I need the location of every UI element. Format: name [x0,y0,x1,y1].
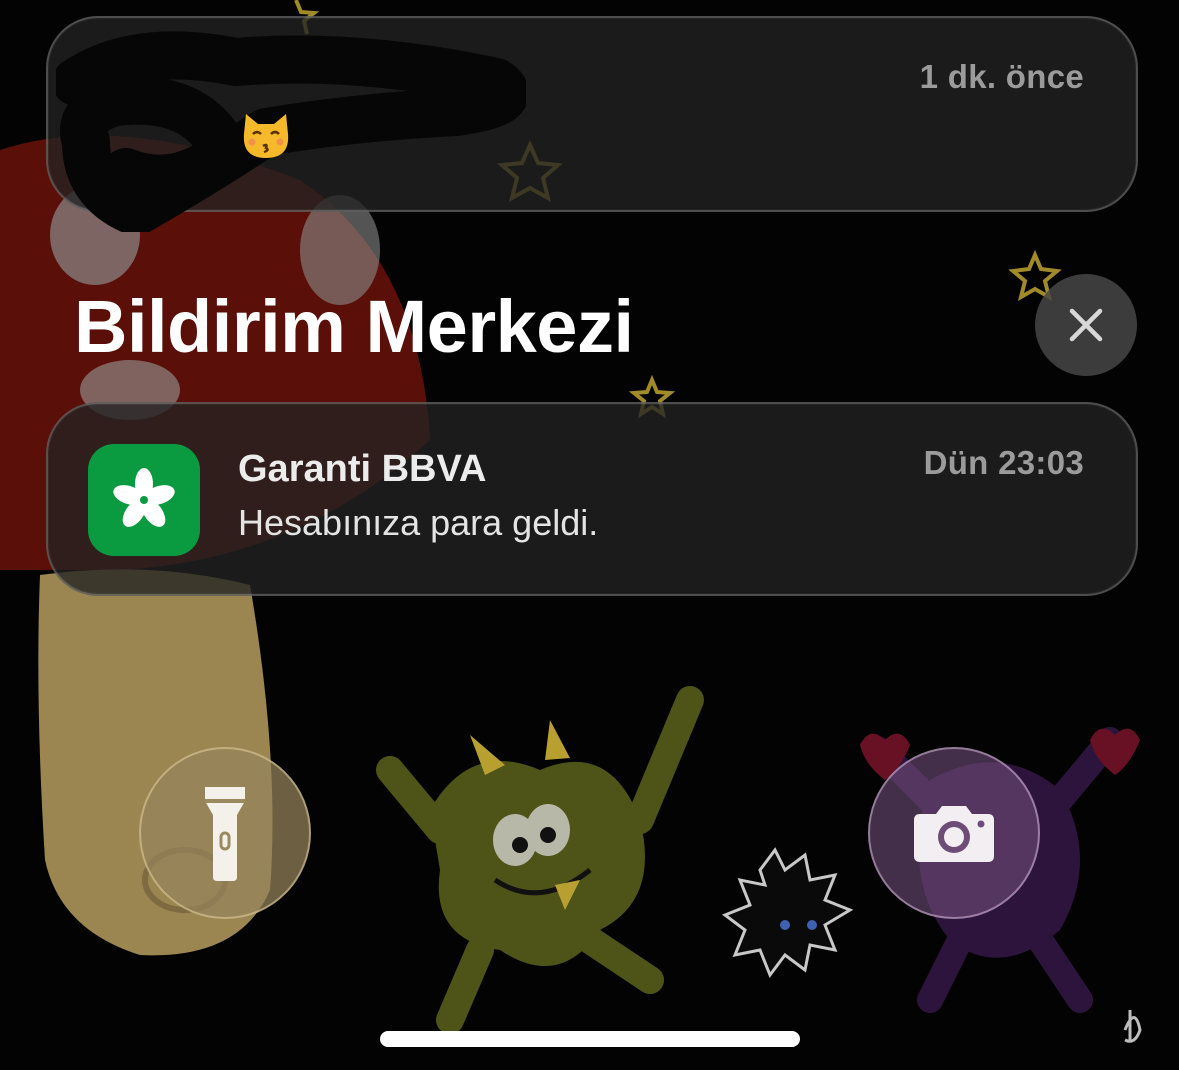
page-title: Bildirim Merkezi [74,285,634,368]
notification-time: Dün 23:03 [923,444,1084,481]
flashlight-button[interactable] [139,747,311,919]
notification-app-name: Garanti BBVA [238,448,487,490]
kissing-cat-emoji-icon [243,114,289,158]
flashlight-icon [205,787,245,881]
garanti-app-icon [88,444,200,556]
home-indicator[interactable] [380,1031,800,1047]
close-icon [1069,308,1103,342]
garanti-clover-icon [113,468,175,527]
notification-card-garanti[interactable]: Garanti BBVA Hesabınıza para geldi. Dün … [46,402,1138,596]
clear-notifications-button[interactable] [1035,274,1137,376]
notification-card-message[interactable]: 1 dk. önce [46,16,1138,232]
notification-time: 1 dk. önce [919,58,1084,95]
camera-icon [914,806,994,862]
notification-center-screen: 1 dk. önce Bildirim Merkezi Garanti BBVA… [0,0,1179,1070]
camera-button[interactable] [868,747,1040,919]
notification-message: Hesabınıza para geldi. [238,502,599,543]
